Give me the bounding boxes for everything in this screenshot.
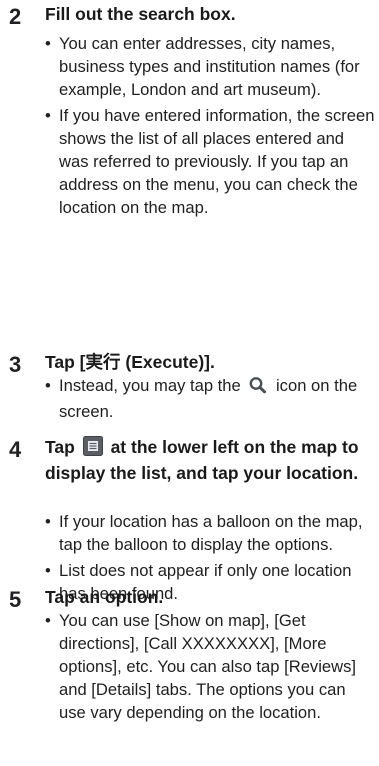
- step-number: 2: [9, 4, 22, 29]
- bullet-text-before: Instead, you may tap the: [59, 376, 241, 395]
- step-title: Tap at the lower left on the map to disp…: [45, 436, 375, 485]
- bullet-dot: •: [45, 512, 51, 531]
- step-title: Fill out the search box.: [45, 4, 236, 24]
- step-number: 5: [9, 587, 22, 612]
- bullet-item: • Instead, you may tap the icon on the s…: [45, 374, 375, 423]
- bullet-text: You can enter addresses, city names, bus…: [59, 34, 360, 99]
- list-icon: [82, 436, 103, 462]
- bullet-item: • If you have entered information, the s…: [45, 104, 375, 219]
- bullet-item: • If your location has a balloon on the …: [45, 510, 375, 556]
- step-number: 3: [9, 352, 22, 377]
- bullet-text: If you have entered information, the scr…: [59, 106, 375, 217]
- step-title: Tap an option.: [45, 587, 164, 607]
- search-icon: [248, 376, 268, 400]
- step-title: Tap [実行 (Execute)].: [45, 352, 215, 372]
- step-number: 4: [9, 437, 22, 462]
- bullet-text: If your location has a balloon on the ma…: [59, 512, 363, 554]
- bullet-dot: •: [45, 561, 51, 580]
- bullet-list: • Instead, you may tap the icon on the s…: [45, 374, 375, 426]
- bullet-list: • You can enter addresses, city names, b…: [45, 32, 375, 222]
- manual-page: 2 Fill out the search box. • You can ent…: [0, 0, 379, 766]
- bullet-text: You can use [Show on map], [Get directio…: [59, 611, 357, 722]
- bullet-dot: •: [45, 34, 51, 53]
- bullet-item: • You can enter addresses, city names, b…: [45, 32, 375, 101]
- title-text-before: Tap: [45, 437, 75, 457]
- bullet-item: • You can use [Show on map], [Get direct…: [45, 609, 375, 724]
- bullet-list: • You can use [Show on map], [Get direct…: [45, 609, 375, 727]
- bullet-dot: •: [45, 106, 51, 125]
- bullet-dot: •: [45, 611, 51, 630]
- bullet-dot: •: [45, 376, 51, 395]
